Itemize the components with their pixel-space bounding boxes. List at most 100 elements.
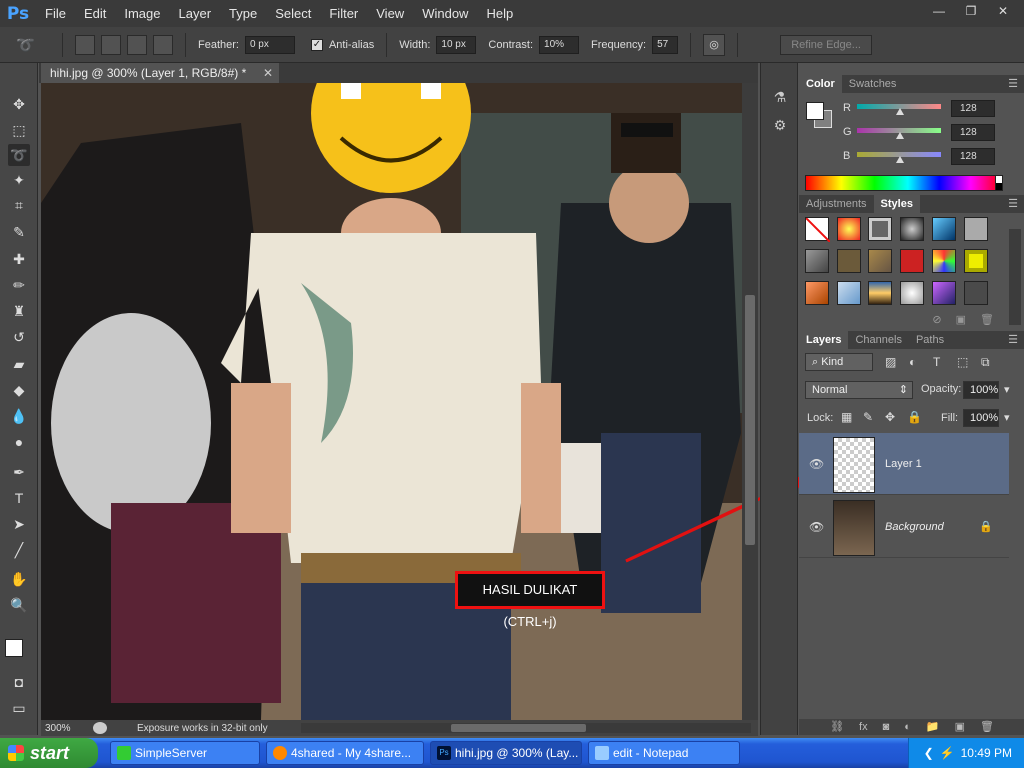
new-layer-icon[interactable]: ▣ [955,719,965,735]
task-simpleserver[interactable]: SimpleServer [110,741,260,765]
slider-g-value[interactable]: 128 [951,124,995,141]
style-swatch[interactable] [837,281,861,305]
chevron-down-icon[interactable]: ▾ [1004,411,1010,424]
style-swatch[interactable] [805,249,829,273]
feather-input[interactable]: 0 px [244,35,295,54]
antialias-checkbox[interactable]: ✓ [310,38,323,51]
contrast-input[interactable]: 10% [539,35,580,54]
eyedropper-tool-icon[interactable]: ✎ [8,221,30,243]
clock[interactable]: 10:49 PM [961,746,1012,760]
lock-transparent-icon[interactable]: ▦ [841,410,852,424]
style-swatch[interactable] [900,281,924,305]
magnetic-lasso-preset-icon[interactable]: ➰ [16,36,50,54]
tab-paths[interactable]: Paths [909,331,951,349]
slider-r-value[interactable]: 128 [951,100,995,117]
new-style-icon[interactable]: ▣ [956,313,966,327]
fill-input[interactable]: 100% [963,409,999,427]
quick-mask-icon[interactable]: ◘ [8,671,30,693]
vertical-scrollbar[interactable] [742,83,758,720]
refine-edge-button[interactable]: Refine Edge... [780,34,873,55]
adjustment-layer-icon[interactable]: ◐ [904,719,911,735]
status-info-icon[interactable] [93,722,107,734]
style-swatch[interactable] [932,281,956,305]
paint-bucket-tool-icon[interactable]: ◆ [8,379,30,401]
chevron-down-icon[interactable]: ▾ [1004,383,1010,396]
brush-presets-icon[interactable]: ⚗ [770,87,790,107]
horizontal-scroll-thumb[interactable] [451,724,586,732]
menu-window[interactable]: Window [413,0,477,27]
slider-r-knob[interactable] [896,108,904,115]
style-swatch[interactable] [837,249,861,273]
new-group-icon[interactable]: 📁 [926,719,940,735]
eraser-tool-icon[interactable]: ▰ [8,353,30,375]
style-swatch[interactable] [964,281,988,305]
slider-b-knob[interactable] [896,156,904,163]
task-notepad[interactable]: edit - Notepad [588,741,740,765]
filter-pixel-icon[interactable]: ▨ [885,355,896,369]
brush-tool-icon[interactable]: ✏ [8,274,30,296]
menu-filter[interactable]: Filter [320,0,367,27]
tab-swatches[interactable]: Swatches [842,75,904,93]
zoom-tool-icon[interactable]: 🔍 [8,594,30,616]
panel-menu-icon[interactable]: ☰ [1008,195,1018,213]
styles-scrollbar[interactable] [1009,229,1021,325]
style-swatch[interactable] [932,249,956,273]
lasso-tool-icon[interactable]: ➰ [8,144,30,166]
tool-presets-icon[interactable]: ⚙ [770,115,790,135]
menu-select[interactable]: Select [266,0,320,27]
lock-all-icon[interactable]: 🔒 [907,410,922,424]
style-swatch[interactable] [932,217,956,241]
move-tool-icon[interactable]: ✥ [8,93,30,115]
horizontal-scrollbar[interactable] [301,723,751,733]
history-brush-tool-icon[interactable]: ↺ [8,326,30,348]
menu-edit[interactable]: Edit [75,0,115,27]
close-tab-icon[interactable]: ✕ [263,63,273,83]
tab-layers[interactable]: Layers [799,331,849,349]
style-swatch[interactable] [868,217,892,241]
document-tab[interactable]: hihi.jpg @ 300% (Layer 1, RGB/8#) * ✕ [41,63,279,83]
document-canvas[interactable] [41,83,742,720]
link-layers-icon[interactable]: ⛓ [830,719,844,735]
task-4shared[interactable]: 4shared - My 4share... [266,741,424,765]
visibility-eye-icon[interactable]: 👁 [809,457,824,471]
crop-tool-icon[interactable]: ⌗ [8,194,30,216]
show-hidden-icons-icon[interactable]: ❮ [924,746,934,760]
healing-brush-tool-icon[interactable]: ✚ [8,248,30,270]
menu-file[interactable]: File [36,0,75,27]
new-selection-icon[interactable] [75,34,95,55]
task-photoshop[interactable]: Ps hihi.jpg @ 300% (Lay... [430,741,582,765]
slider-b-value[interactable]: 128 [951,148,995,165]
filter-smart-object-icon[interactable]: ⧉ [981,355,990,370]
tab-color[interactable]: Color [799,75,842,93]
style-swatch[interactable] [805,281,829,305]
layer-mask-icon[interactable]: ◙ [883,719,890,735]
clear-style-icon[interactable]: ⊘ [932,313,941,327]
menu-layer[interactable]: Layer [170,0,221,27]
color-panel-foreground-swatch[interactable] [806,102,824,120]
menu-view[interactable]: View [367,0,413,27]
clone-stamp-tool-icon[interactable]: ♜ [8,300,30,322]
filter-shape-icon[interactable]: ⬚ [957,355,968,369]
add-selection-icon[interactable] [101,34,121,55]
style-none-swatch[interactable] [805,217,831,243]
lock-position-icon[interactable]: ✥ [885,410,895,424]
menu-type[interactable]: Type [220,0,266,27]
style-swatch[interactable] [964,249,988,273]
minimize-button[interactable]: — [924,2,954,20]
style-swatch[interactable] [868,249,892,273]
marquee-tool-icon[interactable]: ⬚ [8,119,30,141]
close-button[interactable]: ✕ [988,2,1018,20]
network-icon[interactable]: ⚡ [940,746,955,760]
style-swatch[interactable] [868,281,892,305]
hand-tool-icon[interactable]: ✋ [8,568,30,590]
tablet-pressure-icon[interactable]: ◎ [703,33,726,56]
line-tool-icon[interactable]: ╱ [8,539,30,561]
blur-tool-icon[interactable]: 💧 [8,405,30,427]
vertical-scroll-thumb[interactable] [745,295,755,545]
intersect-selection-icon[interactable] [153,34,173,55]
magic-wand-tool-icon[interactable]: ✦ [8,169,30,191]
layer-row-background[interactable]: 👁 Background 🔒 [799,496,1009,558]
foreground-color-swatch[interactable] [5,639,23,657]
path-selection-tool-icon[interactable]: ➤ [8,513,30,535]
filter-type-icon[interactable]: T [933,355,940,369]
